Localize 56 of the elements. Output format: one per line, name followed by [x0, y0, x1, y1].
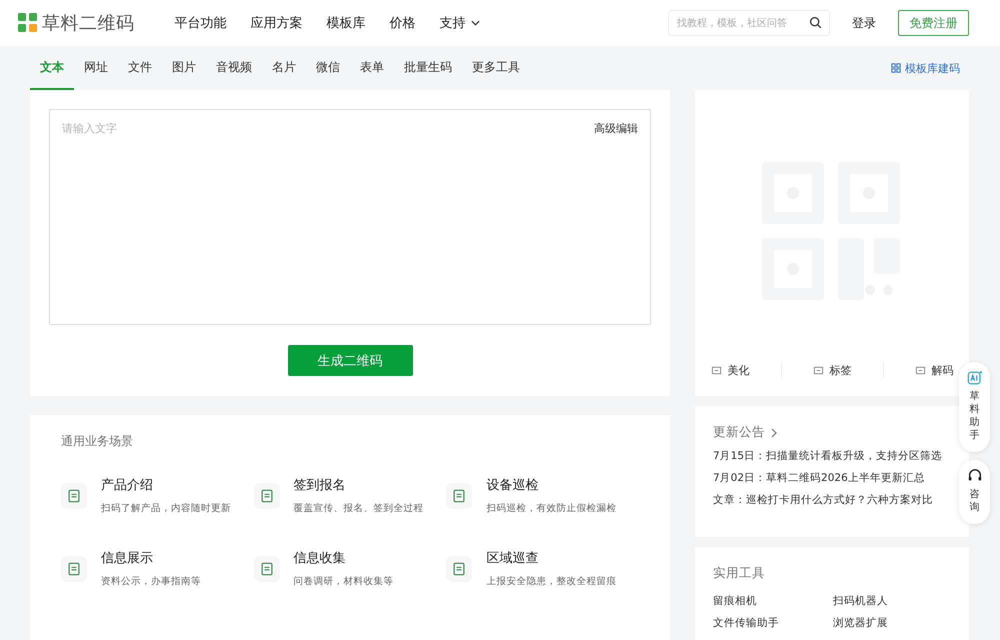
template-link[interactable]: 模板库建码 — [891, 60, 960, 76]
tab[interactable]: 微信 — [306, 46, 350, 90]
scenario-item[interactable]: 信息展示 资料公示，办事指南等 — [61, 549, 254, 588]
logo-icon — [18, 13, 38, 33]
scenario-item[interactable]: 区域巡查 上报安全隐患，整改全程留痕 — [446, 549, 639, 588]
tab[interactable]: 网址 — [74, 46, 118, 90]
tool-link[interactable]: 扫码机器人 — [833, 594, 953, 608]
section-title: 通用业务场景 — [61, 433, 134, 450]
tool-link[interactable]: 浏览器扩展 — [833, 616, 953, 630]
logo-text[interactable]: 草料二维码 — [42, 11, 134, 35]
ai-icon — [966, 370, 982, 386]
document-icon — [61, 556, 87, 582]
notice-link[interactable]: 7月15日：扫描量统计看板升级，支持分区筛选 — [713, 449, 951, 463]
search-field[interactable]: 找教程，模板，社区问答 — [668, 10, 830, 36]
assistant-button[interactable]: 草料助手 — [959, 362, 990, 452]
login-link[interactable]: 登录 — [852, 14, 876, 32]
notices-title-link[interactable]: 更新公告 — [713, 424, 777, 441]
tab[interactable]: 表单 — [350, 46, 394, 90]
notice-link[interactable]: 7月02日：草料二维码2026上半年更新汇总 — [713, 471, 951, 485]
scenario-item[interactable]: 设备巡检 扫码巡检，有效防止假检漏检 — [446, 476, 639, 515]
tool-link[interactable]: 文件传输助手 — [713, 616, 833, 630]
grid-icon — [891, 63, 901, 73]
nav-link[interactable]: 模板库 — [326, 14, 366, 32]
scenario-item[interactable]: 信息收集 问卷调研，材料收集等 — [254, 549, 446, 588]
tab[interactable]: 文件 — [118, 46, 162, 90]
tab[interactable]: 名片 — [262, 46, 306, 90]
section-title: 实用工具 — [713, 565, 766, 582]
frame-icon — [914, 364, 926, 376]
tool-link[interactable]: 留痕相机 — [713, 594, 833, 608]
document-icon — [254, 556, 280, 582]
tab[interactable]: 批量生码 — [394, 46, 462, 90]
document-icon — [254, 482, 280, 508]
tab[interactable]: 更多工具 — [462, 46, 530, 90]
scenario-item[interactable]: 产品介绍 扫码了解产品，内容随时更新 — [61, 476, 254, 515]
qr-action-button[interactable]: 解码 — [914, 362, 954, 378]
scenario-item[interactable]: 签到报名 覆盖宣传、报名、签到全过程 — [254, 476, 446, 515]
chevron-right-icon — [771, 428, 777, 438]
document-icon — [61, 482, 87, 508]
qr-action-button[interactable]: 美化 — [710, 362, 750, 378]
document-icon — [446, 556, 472, 582]
consult-button[interactable]: 咨询 — [959, 460, 990, 524]
nav-link[interactable]: 平台功能 — [174, 14, 226, 32]
document-icon — [446, 482, 472, 508]
text-input-field[interactable]: 请输入文字 高级编辑 — [49, 109, 651, 325]
nav-link[interactable]: 应用方案 — [250, 14, 302, 32]
tab[interactable]: 音视频 — [206, 46, 262, 90]
chevron-down-icon[interactable] — [470, 20, 480, 26]
nav-link[interactable]: 价格 — [390, 14, 416, 32]
search-icon[interactable] — [809, 16, 822, 29]
notice-link[interactable]: 文章：巡检打卡用什么方式好？六种方案对比 — [713, 493, 951, 507]
frame-icon — [812, 364, 824, 376]
qr-action-button[interactable]: 标签 — [812, 362, 852, 378]
tab[interactable]: 图片 — [162, 46, 206, 90]
advanced-edit-link[interactable]: 高级编辑 — [594, 121, 638, 136]
nav-link[interactable]: 支持 — [440, 14, 480, 32]
frame-icon — [710, 364, 722, 376]
